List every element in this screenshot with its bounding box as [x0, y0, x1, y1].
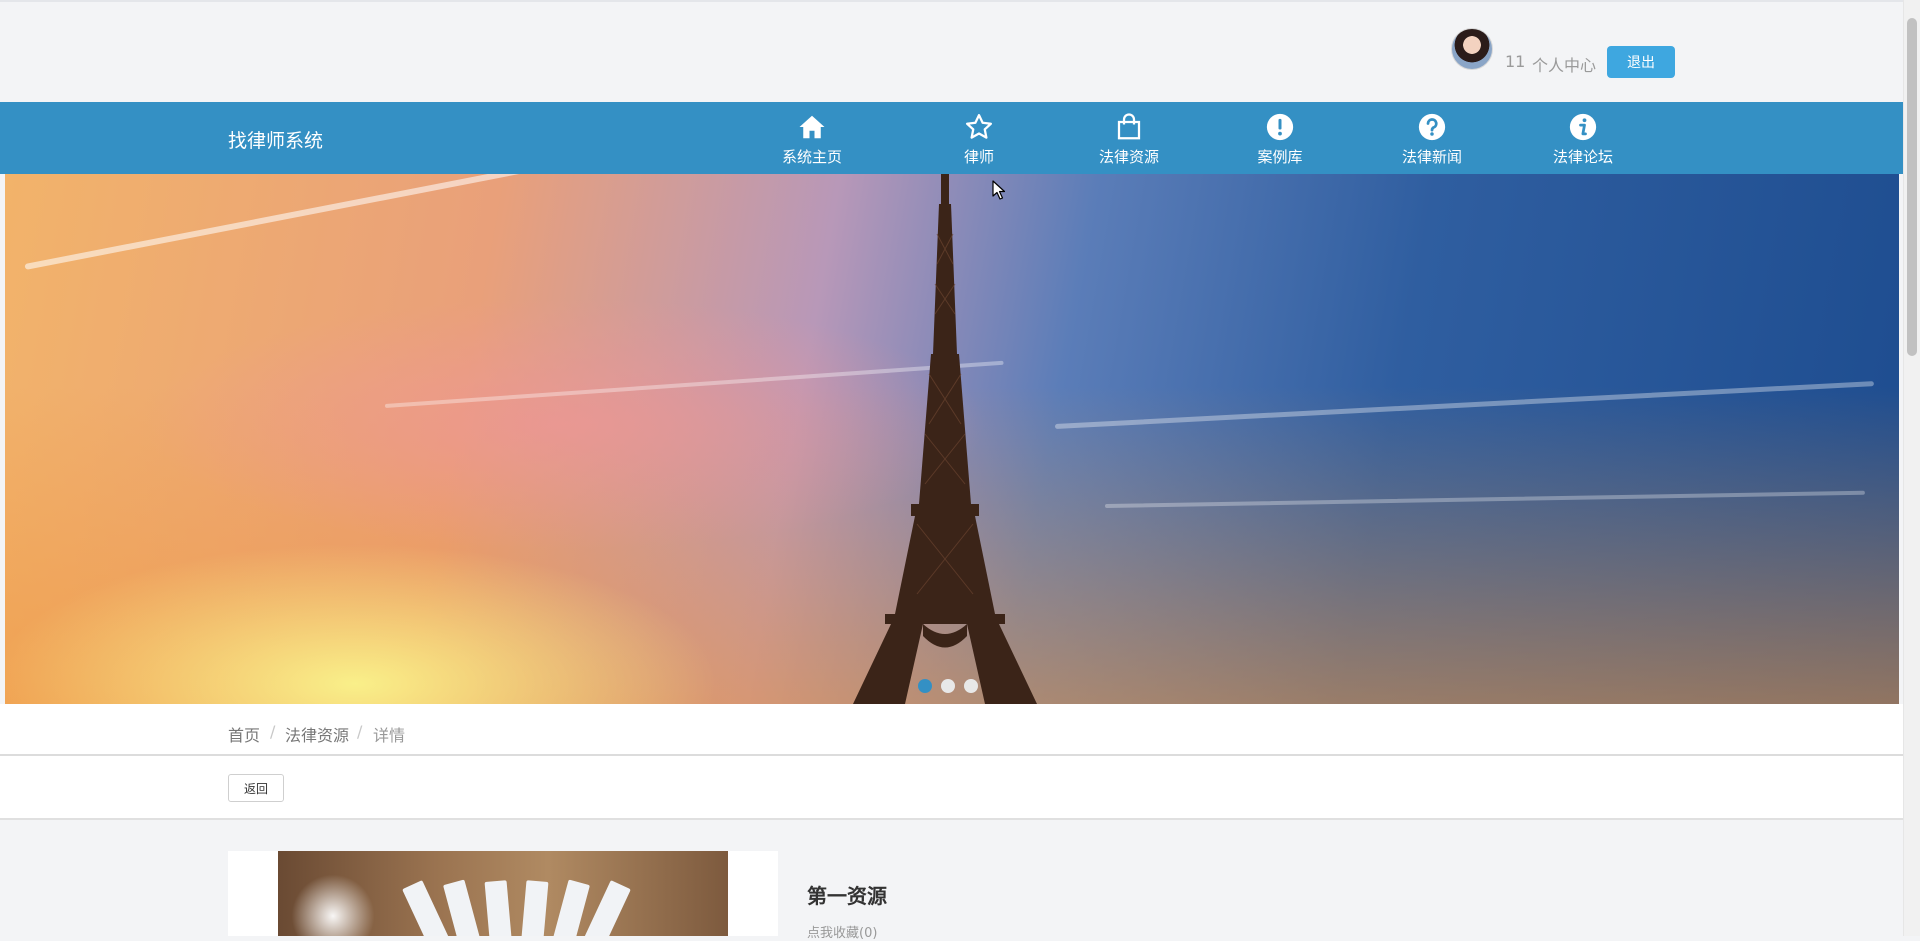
personal-center-link[interactable]: 个人中心 — [1532, 52, 1596, 76]
breadcrumb: 首页 / 法律资源 / 详情 — [0, 704, 1903, 756]
home-icon — [752, 112, 872, 144]
cloud-streak — [1104, 490, 1865, 508]
nav-item-label: 法律论坛 — [1552, 148, 1613, 166]
resource-title: 第一资源 — [807, 884, 887, 908]
carousel-dot-3[interactable] — [964, 679, 978, 693]
breadcrumb-current: 详情 — [373, 726, 406, 745]
back-button[interactable]: 返回 — [228, 774, 284, 802]
book-page — [484, 880, 514, 936]
nav-item-label: 律师 — [963, 148, 994, 166]
image-light-glow — [288, 871, 378, 936]
top-user-bar: 11 个人中心 退出 — [0, 0, 1903, 102]
book-page — [519, 880, 549, 936]
resource-image-frame — [228, 851, 778, 936]
avatar[interactable] — [1451, 28, 1493, 70]
scrollbar-thumb[interactable] — [1907, 18, 1917, 356]
main-navbar: 找律师系统 系统主页 律师 法律资源 案例库 法律新闻 法律论坛 — [0, 102, 1903, 174]
nav-item-label: 法律新闻 — [1401, 148, 1462, 166]
eiffel-tower-image — [853, 174, 1037, 704]
breadcrumb-legal-resources[interactable]: 法律资源 — [285, 722, 349, 746]
nav-item-legal-forum[interactable]: 法律论坛 — [1523, 110, 1643, 170]
nav-item-legal-resources[interactable]: 法律资源 — [1069, 110, 1189, 170]
nav-item-legal-news[interactable]: 法律新闻 — [1372, 110, 1492, 170]
nav-item-case-library[interactable]: 案例库 — [1220, 110, 1340, 170]
nav-item-label: 系统主页 — [781, 148, 842, 166]
logout-button[interactable]: 退出 — [1607, 46, 1675, 78]
star-icon — [919, 112, 1039, 144]
breadcrumb-home[interactable]: 首页 — [228, 722, 260, 746]
mouse-cursor-icon — [992, 180, 1006, 200]
action-bar: 返回 — [0, 756, 1903, 820]
nav-item-label: 法律资源 — [1098, 148, 1159, 166]
book-page — [548, 879, 590, 936]
page-scrollbar[interactable] — [1903, 0, 1920, 936]
carousel-indicators — [918, 678, 987, 697]
resource-image — [278, 851, 728, 936]
user-name: 11 — [1505, 52, 1526, 71]
nav-item-label: 案例库 — [1257, 148, 1303, 166]
site-brand[interactable]: 找律师系统 — [228, 126, 323, 153]
book-page — [443, 879, 485, 936]
info-circle-icon — [1523, 112, 1643, 144]
carousel-dot-1[interactable] — [918, 679, 932, 693]
favorite-link[interactable]: 点我收藏(0) — [807, 922, 877, 941]
breadcrumb-separator: / — [270, 722, 276, 741]
carousel-dot-2[interactable] — [941, 679, 955, 693]
nav-item-lawyer[interactable]: 律师 — [919, 110, 1039, 170]
cloud-streak — [24, 174, 772, 270]
nav-item-home[interactable]: 系统主页 — [752, 110, 872, 170]
question-circle-icon — [1372, 112, 1492, 144]
breadcrumb-separator: / — [357, 722, 363, 741]
exclamation-circle-icon — [1220, 112, 1340, 144]
banner-carousel[interactable] — [5, 174, 1899, 704]
shopping-bag-icon — [1069, 112, 1189, 144]
cloud-streak — [1054, 381, 1875, 429]
